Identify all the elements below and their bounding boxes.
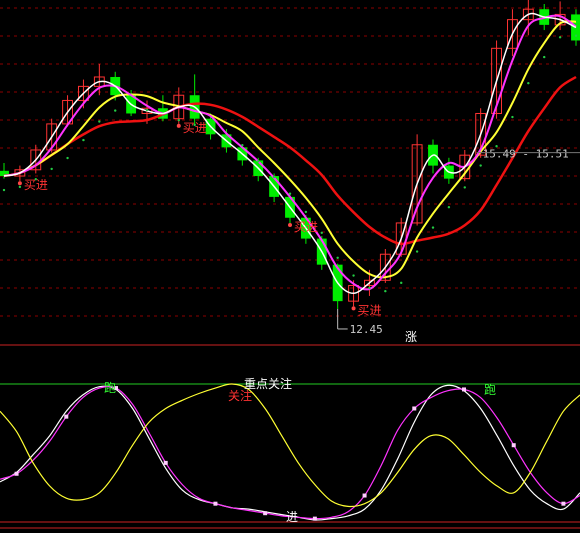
ma-dot	[2, 188, 6, 192]
osc-series-line	[0, 384, 580, 521]
ma-dot	[511, 115, 514, 119]
osc-marker	[462, 387, 466, 392]
annotation-run-left: 跑	[104, 381, 116, 395]
osc-marker	[312, 516, 317, 521]
ma-dot	[161, 115, 165, 118]
low-price-label: 12.45	[350, 323, 383, 336]
ma-dot	[558, 36, 562, 39]
ma-dot	[336, 256, 339, 260]
osc-marker	[213, 501, 218, 506]
osc-marker	[561, 501, 566, 506]
ma-dot	[304, 210, 308, 214]
ma-dot	[257, 160, 260, 163]
osc-marker	[511, 443, 516, 448]
buy-signal-label: 买进	[294, 220, 318, 234]
ma-dot	[129, 107, 133, 110]
ma-dot	[177, 118, 180, 122]
buy-signal-dot	[288, 222, 292, 227]
osc-marker	[362, 493, 367, 498]
oscillator-layer	[0, 383, 580, 529]
ma-dot	[527, 81, 530, 85]
ma-dot	[352, 274, 355, 277]
ma-dot	[479, 164, 482, 167]
ma-dot	[272, 175, 276, 179]
annotation-run-right: 跑	[484, 383, 496, 397]
ma-dot	[574, 34, 578, 37]
ma-dot	[288, 192, 292, 195]
ma-dot	[66, 156, 69, 160]
annotation-focus: 关注	[228, 388, 252, 403]
osc-marker	[14, 471, 19, 476]
ma-dot	[241, 144, 244, 147]
ma-dot	[384, 289, 387, 293]
ma-dot	[225, 135, 228, 139]
osc-marker	[163, 460, 168, 465]
osc-marker	[263, 511, 268, 516]
ma-dot	[50, 167, 53, 171]
ma-dot	[543, 55, 546, 59]
ma-dot	[368, 286, 371, 290]
ma-dot	[18, 185, 22, 189]
ma-dot	[400, 281, 403, 285]
ma-dot	[415, 250, 419, 253]
ma-dot	[145, 108, 149, 112]
ma-dot	[114, 109, 117, 112]
ma-dot	[82, 138, 85, 142]
buy-signal-dot	[17, 181, 22, 186]
ma-dot	[98, 120, 101, 123]
ma-dot	[447, 206, 451, 209]
ma-dot	[463, 186, 466, 189]
high-price-label: 15.49 - 15.51	[483, 148, 569, 161]
oscillator-labels: 重点关注 关注 跑 跑 进	[104, 376, 496, 524]
buy-signal-label: 买进	[358, 303, 382, 317]
osc-series-line	[0, 383, 580, 508]
buy-signal-label: 买进	[183, 121, 207, 135]
buy-signal-dot	[351, 306, 356, 311]
ma-dot	[209, 127, 212, 131]
mid-panel-label: 涨	[405, 329, 417, 344]
osc-marker	[64, 414, 69, 419]
chart-canvas: 买进买进买进买进 15.49 - 15.51 12.45 涨 重点关注 关注 跑…	[0, 0, 580, 529]
buy-signal-dot	[176, 123, 181, 128]
osc-marker	[412, 406, 417, 411]
chart-window: 买进 买进 买进 买进 15.49 - 15.51 12.45 涨 重点关注 关注 跑…	[0, 0, 580, 533]
price-grid	[0, 7, 580, 346]
annotation-enter: 进	[286, 510, 298, 524]
ma-dot	[431, 226, 435, 229]
buy-signal-label: 买进	[24, 178, 48, 192]
ma-dot	[320, 231, 323, 234]
